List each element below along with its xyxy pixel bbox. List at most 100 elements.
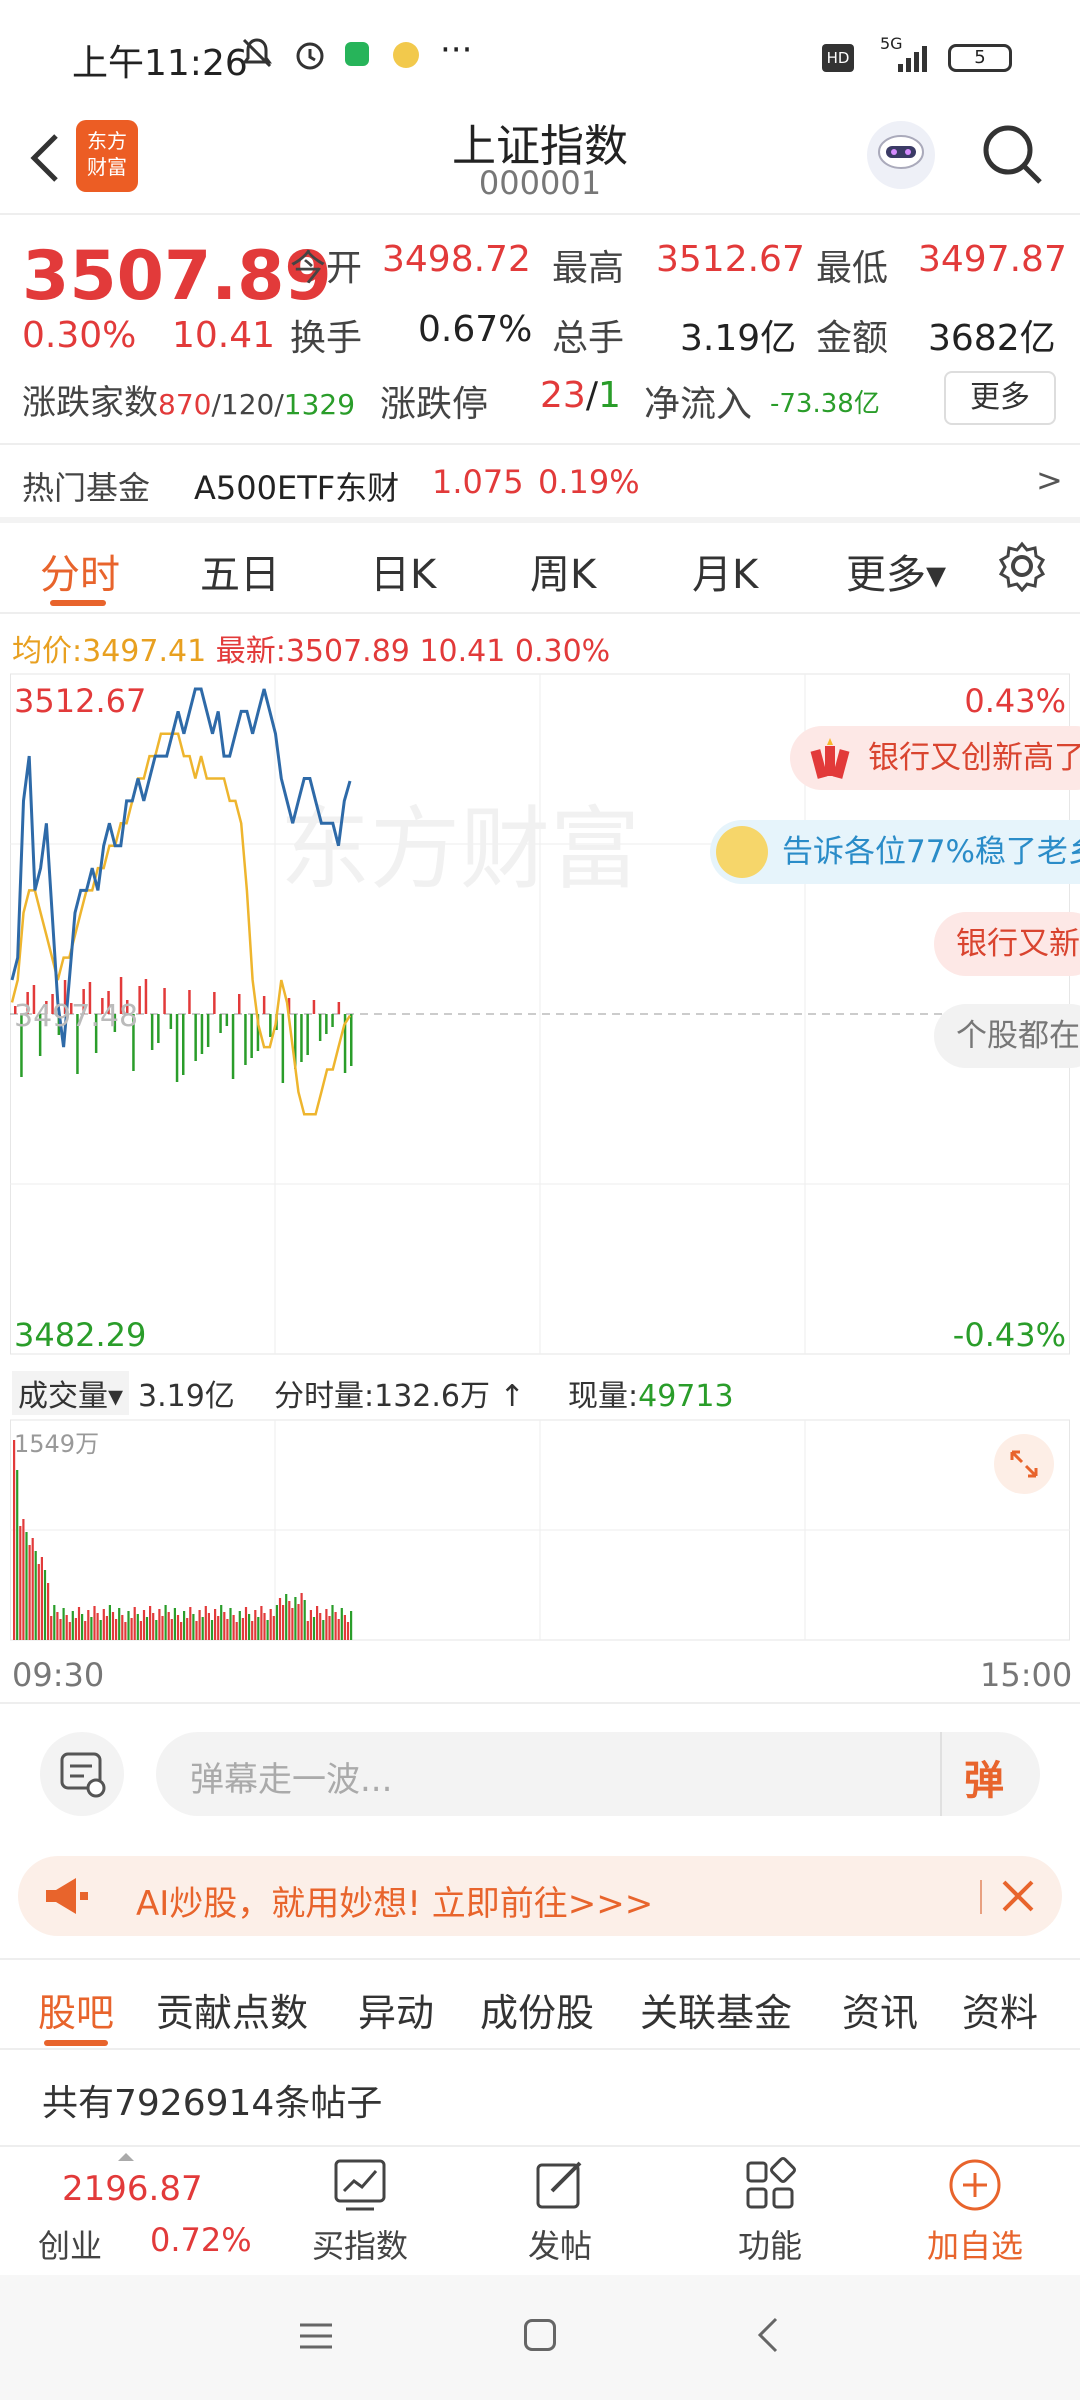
- tab-profile[interactable]: 资料: [962, 1982, 1038, 2037]
- volume-bar: [223, 1612, 226, 1640]
- tab-constituents[interactable]: 成份股: [480, 1982, 594, 2037]
- volume-bar: [201, 1617, 204, 1640]
- open-value: 3498.72: [382, 239, 531, 280]
- tab-contribution[interactable]: 贡献点数: [156, 1982, 308, 2037]
- flow-bar: [182, 1014, 185, 1075]
- y-axis-mid: 3497.48: [14, 999, 138, 1034]
- tab-guba[interactable]: 股吧: [38, 1982, 114, 2037]
- tab-active-indicator: [50, 600, 106, 606]
- shield-icon: [345, 42, 369, 66]
- volume-bar: [19, 1526, 22, 1640]
- close-icon[interactable]: [996, 1874, 1040, 1918]
- danmaku-item[interactable]: 银行又创新高了: [790, 726, 1080, 790]
- tab-five-day[interactable]: 五日: [200, 542, 280, 600]
- volume-bar: [50, 1616, 53, 1640]
- volume-bar: [59, 1619, 62, 1640]
- volume-bar: [192, 1614, 195, 1640]
- tab-unusual[interactable]: 异动: [358, 1982, 434, 2037]
- ticker-name: 创业: [38, 2227, 103, 2265]
- tab-related-funds[interactable]: 关联基金: [640, 1982, 792, 2037]
- volume-bar: [331, 1605, 334, 1640]
- average-price-line: [10, 732, 352, 1116]
- add-watchlist-button[interactable]: 加自选: [910, 2157, 1040, 2267]
- status-bar: 上午11:26 ··· HD 5G 5: [0, 0, 1080, 110]
- minute-volume: 分时量:132.6万 ↑: [274, 1379, 525, 1414]
- volume-bar: [266, 1620, 269, 1640]
- search-icon[interactable]: [978, 120, 1048, 190]
- volume-bar: [183, 1611, 186, 1640]
- avg-value: 3497.41: [82, 634, 207, 669]
- tab-monthly-k[interactable]: 月K: [692, 542, 758, 600]
- ticker-value: 2196.87: [62, 2169, 203, 2209]
- pct-axis-top: 0.43%: [964, 682, 1066, 720]
- breadth-row: 涨跌家数870/120/1329: [22, 375, 355, 424]
- ai-ad-banner[interactable]: AI炒股，就用妙想! 立即前往>>>: [18, 1856, 1062, 1936]
- home-icon[interactable]: [524, 2319, 556, 2351]
- danmaku-item[interactable]: 告诉各位77%稳了老乡: [710, 820, 1080, 884]
- more-button[interactable]: 更多: [944, 371, 1056, 425]
- volume-bar: [226, 1619, 229, 1640]
- volume-bar: [343, 1615, 346, 1640]
- volume-bar: [56, 1612, 59, 1640]
- turnover-value: 0.67%: [418, 309, 533, 350]
- index-ticker[interactable]: 2196.87 创业 0.72%: [0, 2147, 280, 2277]
- volume-bar: [139, 1621, 142, 1640]
- volume-bar: [40, 1557, 43, 1640]
- volume-bar: [251, 1621, 254, 1640]
- robot-avatar-icon[interactable]: [862, 116, 940, 194]
- volume-bar: [337, 1619, 340, 1640]
- danmaku-settings-button[interactable]: [40, 1732, 124, 1816]
- latest-change: 10.41: [419, 634, 506, 669]
- danmaku-item[interactable]: 个股都在: [934, 1004, 1080, 1068]
- volume-label[interactable]: 成交量▾: [12, 1371, 130, 1415]
- alarm-icon: [292, 36, 328, 72]
- volume-bar: [309, 1610, 312, 1640]
- danmaku-text: 告诉各位77%稳了老乡: [782, 834, 1080, 870]
- volume-chart[interactable]: 1549万: [10, 1410, 1070, 1650]
- tab-news[interactable]: 资讯: [842, 1982, 918, 2037]
- tab-intraday[interactable]: 分时: [40, 542, 120, 600]
- functions-button[interactable]: 功能: [720, 2157, 820, 2267]
- danmaku-item[interactable]: 银行又新: [934, 912, 1080, 976]
- volume-bar: [155, 1620, 158, 1640]
- back-nav-icon[interactable]: [756, 2317, 780, 2357]
- high-label: 最高: [552, 248, 625, 289]
- post-button[interactable]: 发帖: [510, 2157, 610, 2267]
- limit-separator: /: [585, 375, 598, 416]
- tab-daily-k[interactable]: 日K: [370, 542, 436, 600]
- volume-bar: [319, 1613, 322, 1640]
- flow-bar: [169, 1014, 173, 1029]
- buy-index-label: 买指数: [311, 2227, 408, 2265]
- volume-bar: [68, 1622, 71, 1640]
- volume-bar: [176, 1615, 180, 1640]
- tab-weekly-k[interactable]: 周K: [530, 542, 596, 600]
- volume-bar: [189, 1607, 192, 1640]
- plus-circle-icon: [949, 2159, 1001, 2211]
- expand-icon[interactable]: [994, 1434, 1054, 1494]
- volume-bar: [322, 1620, 325, 1640]
- battery-icon: 5: [948, 44, 1012, 72]
- volume-bar: [136, 1614, 139, 1640]
- menu-icon[interactable]: [298, 2321, 334, 2355]
- caret-up-icon: [118, 2153, 134, 2161]
- turnover-label: 换手: [290, 318, 363, 359]
- chart-tabs: 分时 五日 日K 周K 月K 更多▾: [0, 520, 1080, 610]
- danmaku-input[interactable]: 弹幕走一波... 弹: [156, 1732, 1040, 1816]
- volume-bar: [207, 1613, 210, 1640]
- danmaku-send-button[interactable]: 弹: [964, 1748, 1004, 1806]
- tab-more[interactable]: 更多▾: [846, 542, 946, 600]
- minute-volume-label: 分时量:: [274, 1379, 375, 1414]
- volume-bar: [170, 1619, 173, 1640]
- intraday-chart[interactable]: 东方财富 3512.67 3497.48 3482.29 0.43% -0.43…: [10, 670, 1080, 1360]
- buy-index-button[interactable]: 买指数: [300, 2157, 420, 2267]
- danmaku-input-placeholder: 弹幕走一波...: [190, 1760, 393, 1800]
- volume-bar: [195, 1621, 198, 1640]
- volume-bar: [13, 1440, 16, 1640]
- quote-panel: 3507.89 0.30% 10.41 今开 3498.72 最高 3512.6…: [0, 215, 1080, 443]
- volume-bar: [84, 1621, 87, 1640]
- flow-bar: [200, 1014, 204, 1054]
- hot-fund-row[interactable]: 热门基金 A500ETF东财 1.075 0.19% >: [0, 445, 1080, 515]
- settings-gear-icon[interactable]: [996, 540, 1048, 593]
- volume-bar: [99, 1620, 102, 1640]
- volume-bar: [288, 1601, 291, 1640]
